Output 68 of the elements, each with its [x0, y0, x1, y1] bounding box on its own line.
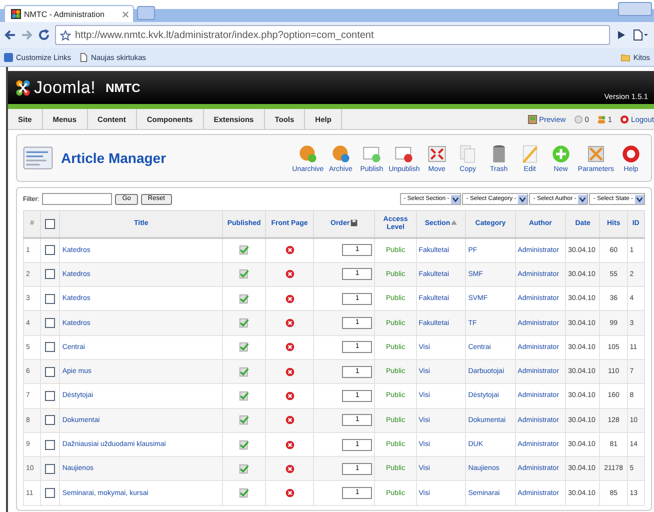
- sort-ascending-icon: [451, 220, 458, 225]
- row-checkbox[interactable]: [45, 245, 56, 256]
- dropdown-arrow-icon: [451, 194, 460, 204]
- not-on-front-page-icon[interactable]: [284, 366, 295, 377]
- row-checkbox[interactable]: [45, 294, 56, 304]
- users-icon: [596, 114, 606, 124]
- page-menu-icon[interactable]: [632, 29, 650, 41]
- published-check-icon[interactable]: [239, 366, 250, 377]
- move-icon: [426, 144, 447, 164]
- reload-icon[interactable]: [38, 29, 50, 41]
- not-on-front-page-icon[interactable]: [284, 415, 295, 426]
- dropdown-arrow-icon: [578, 194, 588, 204]
- address-field[interactable]: http://www.nmtc.kvk.lt/administrator/index.php?option=com_content: [55, 25, 610, 45]
- close-icon[interactable]: [122, 10, 129, 18]
- edit-icon: [520, 144, 540, 164]
- row-checkbox[interactable]: [45, 464, 56, 474]
- new-icon: [550, 144, 571, 164]
- published-check-icon[interactable]: [239, 318, 250, 328]
- save-order-icon[interactable]: [350, 219, 358, 228]
- joomla-brand: Joomla!: [34, 78, 96, 98]
- page-title: Article Manager: [61, 150, 166, 166]
- published-check-icon[interactable]: [239, 269, 250, 280]
- browser-tab[interactable]: NMTC - Administration: [4, 5, 134, 22]
- not-on-front-page-icon[interactable]: [284, 294, 295, 304]
- not-on-front-page-icon[interactable]: [284, 342, 295, 352]
- filter-field[interactable]: [42, 193, 112, 205]
- published-check-icon[interactable]: [239, 342, 250, 352]
- row-checkbox[interactable]: [45, 440, 56, 450]
- archive-icon: [330, 144, 351, 164]
- row-checkbox[interactable]: [45, 269, 56, 280]
- select-all-checkbox[interactable]: [45, 218, 56, 229]
- published-check-icon[interactable]: [239, 488, 250, 498]
- message-icon: [574, 114, 583, 124]
- not-on-front-page-icon[interactable]: [284, 488, 295, 498]
- help-icon: [621, 144, 641, 164]
- parameters-icon: [586, 144, 606, 164]
- published-check-icon[interactable]: [239, 464, 250, 474]
- go-icon[interactable]: [615, 29, 627, 41]
- row-checkbox[interactable]: [45, 342, 56, 352]
- article-manager-icon: [23, 145, 53, 171]
- not-on-front-page-icon[interactable]: [284, 318, 295, 328]
- published-check-icon[interactable]: [239, 294, 250, 304]
- published-check-icon[interactable]: [239, 415, 250, 426]
- site-name: NMTC: [106, 80, 140, 94]
- row-checkbox[interactable]: [45, 488, 56, 498]
- folder-icon: [621, 52, 630, 62]
- preview-icon: [528, 114, 538, 124]
- star-icon[interactable]: [60, 30, 71, 40]
- published-check-icon[interactable]: [239, 440, 250, 450]
- not-on-front-page-icon[interactable]: [284, 390, 295, 401]
- published-check-icon[interactable]: [239, 390, 250, 401]
- unarchive-icon: [298, 144, 318, 164]
- page-icon: [79, 52, 88, 62]
- published-check-icon[interactable]: [239, 245, 250, 256]
- not-on-front-page-icon[interactable]: [284, 245, 295, 256]
- logout-icon: [620, 114, 630, 124]
- row-checkbox[interactable]: [45, 366, 56, 377]
- not-on-front-page-icon[interactable]: [284, 440, 295, 450]
- tab-title: NMTC - Administration: [24, 10, 104, 18]
- back-icon[interactable]: [4, 29, 16, 41]
- dropdown-arrow-icon: [518, 194, 528, 204]
- row-checkbox[interactable]: [45, 415, 56, 426]
- not-on-front-page-icon[interactable]: [284, 269, 295, 280]
- row-checkbox[interactable]: [45, 318, 56, 328]
- not-on-front-page-icon[interactable]: [284, 464, 295, 474]
- copy-icon: [458, 144, 478, 164]
- row-checkbox[interactable]: [45, 390, 56, 401]
- dropdown-arrow-icon: [635, 194, 644, 204]
